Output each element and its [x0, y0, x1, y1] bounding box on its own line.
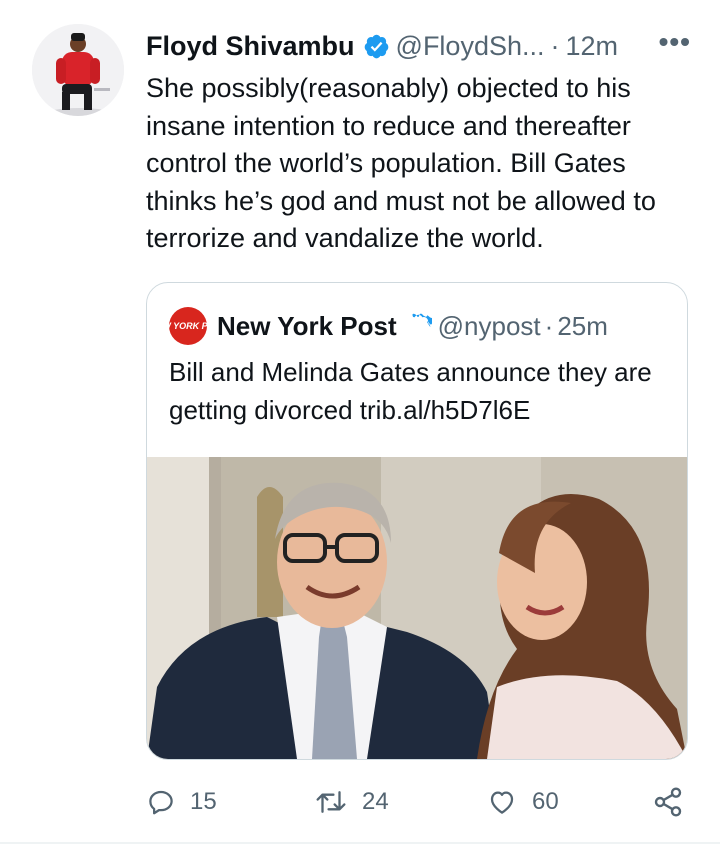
- like-button[interactable]: 60: [486, 780, 559, 824]
- author-avatar[interactable]: [32, 24, 124, 116]
- tweet-actions-bar: 15 24 60: [0, 780, 720, 824]
- verified-badge-icon: [412, 313, 432, 332]
- quoted-author-handle[interactable]: @nypost: [438, 311, 541, 342]
- quoted-tweet[interactable]: NEW YORK POST New York Post @nypost · 25…: [146, 282, 688, 760]
- nypost-logo-text: NEW YORK POST: [149, 321, 227, 331]
- quoted-tweet-photo[interactable]: [147, 457, 687, 759]
- quoted-tweet-timestamp[interactable]: 25m: [557, 311, 608, 342]
- quoted-author-name[interactable]: New York Post: [217, 311, 397, 342]
- tweet-header: Floyd Shivambu @FloydSh... · 12m •••: [146, 26, 691, 64]
- retweet-button[interactable]: 24: [314, 780, 389, 824]
- tweet-text: She possibly(reasonably) objected to his…: [146, 73, 656, 253]
- reply-count: 15: [190, 788, 217, 815]
- quoted-header-separator: ·: [544, 310, 554, 341]
- header-separator: ·: [550, 30, 560, 61]
- share-icon: [654, 787, 682, 817]
- share-button[interactable]: [652, 780, 698, 824]
- reply-icon: [149, 790, 173, 815]
- retweet-icon: [316, 791, 346, 813]
- heart-icon: [490, 791, 514, 814]
- reply-button[interactable]: 15: [146, 780, 217, 824]
- quoted-tweet-header: NEW YORK POST New York Post @nypost · 25…: [150, 307, 608, 345]
- author-name[interactable]: Floyd Shivambu: [146, 31, 355, 62]
- verified-badge-icon: [364, 34, 388, 58]
- tweet-timestamp[interactable]: 12m: [566, 31, 619, 62]
- quoted-tweet-text: Bill and Melinda Gates announce they are…: [169, 357, 652, 425]
- nypost-avatar[interactable]: NEW YORK POST: [150, 307, 226, 345]
- like-count: 60: [532, 788, 559, 815]
- avatar-image: [32, 24, 124, 116]
- more-options-icon[interactable]: •••: [659, 26, 691, 58]
- retweet-count: 24: [362, 788, 389, 815]
- author-handle[interactable]: @FloydSh...: [396, 31, 545, 62]
